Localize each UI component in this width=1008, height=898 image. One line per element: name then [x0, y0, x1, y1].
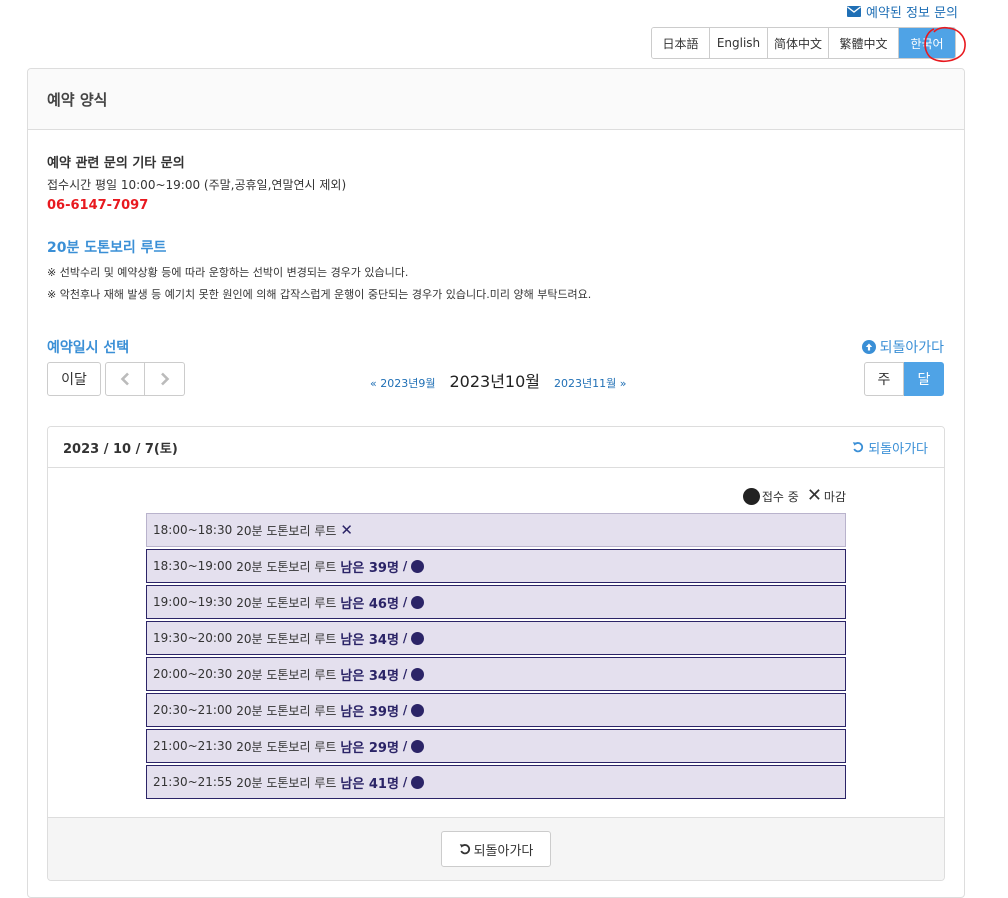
- slot-separator: /: [402, 703, 408, 717]
- contact-hours: 접수시간 평일 10:00~19:00 (주말,공휴일,연말연시 제외): [47, 178, 347, 192]
- time-slot[interactable]: 21:30~21:55 20분 도톤보리 루트 남은 41명 /: [146, 765, 846, 799]
- prev-button[interactable]: [105, 362, 145, 396]
- month-navigation: « 2023년9월 2023년10월 2023년11월 »: [370, 368, 626, 392]
- open-dot-icon: [411, 775, 425, 789]
- footer-back-button[interactable]: 되돌아가다: [441, 831, 551, 867]
- page-title: 예약 양식: [47, 90, 108, 109]
- legend-closed-label: 마감: [823, 489, 846, 504]
- slot-separator: /: [402, 667, 408, 681]
- slot-separator: /: [402, 631, 408, 645]
- contact-phone: 06-6147-7097: [47, 198, 149, 213]
- lang-english-button[interactable]: English: [710, 28, 768, 58]
- slot-time: 21:30~21:55: [153, 775, 233, 789]
- reservation-inquiry-label: 예약된 정보 문의: [866, 6, 958, 21]
- slot-remaining: 남은 34명: [340, 632, 399, 648]
- slot-time: 18:00~18:30: [153, 523, 233, 537]
- slot-route: 20분 도톤보리 루트: [236, 703, 337, 718]
- route-note: ※ 악천후나 재해 발생 등 예기치 못한 원인에 의해 갑작스럽게 운행이 중…: [47, 288, 592, 301]
- day-heading: 2023 / 10 / 7(토) 되돌아가다: [48, 427, 944, 468]
- back-link-label: 되돌아가다: [879, 340, 944, 356]
- month-view-button[interactable]: 달: [904, 362, 944, 396]
- time-slot[interactable]: 18:00~18:30 20분 도톤보리 루트 ✕: [146, 513, 846, 547]
- slot-remaining: 남은 39명: [340, 560, 399, 576]
- chevron-left-icon: [120, 372, 129, 386]
- day-back-link[interactable]: 되돌아가다: [852, 438, 928, 457]
- day-footer: 되돌아가다: [48, 817, 944, 880]
- slot-separator: /: [402, 739, 408, 753]
- slot-time: 19:30~20:00: [153, 631, 233, 645]
- slot-route: 20분 도톤보리 루트: [236, 631, 337, 646]
- time-slot[interactable]: 18:30~19:00 20분 도톤보리 루트 남은 39명 /: [146, 549, 846, 583]
- lang-korean-button[interactable]: 한국어: [899, 28, 955, 58]
- slot-route: 20분 도톤보리 루트: [236, 667, 337, 682]
- footer-back-label: 되돌아가다: [473, 843, 534, 859]
- envelope-icon: [847, 6, 861, 17]
- slot-time: 19:00~19:30: [153, 595, 233, 609]
- open-dot-icon: [411, 559, 425, 573]
- slot-remaining: 남은 41명: [340, 776, 399, 792]
- undo-icon: [852, 442, 864, 453]
- slot-time: 18:30~19:00: [153, 559, 233, 573]
- prev-month-link[interactable]: « 2023년9월: [370, 375, 435, 391]
- slot-separator: /: [402, 775, 408, 789]
- slot-time: 20:00~20:30: [153, 667, 233, 681]
- time-slot-list: 18:00~18:30 20분 도톤보리 루트 ✕ 18:30~19:00 20…: [146, 513, 846, 801]
- time-slot[interactable]: 19:00~19:30 20분 도톤보리 루트 남은 46명 /: [146, 585, 846, 619]
- open-dot-icon: [742, 487, 760, 505]
- day-schedule-panel: 2023 / 10 / 7(토) 되돌아가다 접수 중 ✕ 마감 18:00~1…: [47, 426, 945, 881]
- chevron-right-icon: [160, 372, 169, 386]
- route-title: 20분 도톤보리 루트: [47, 240, 167, 256]
- contact-title: 예약 관련 문의 기타 문의: [47, 156, 185, 171]
- lang-simplified-chinese-button[interactable]: 简体中文: [768, 28, 829, 58]
- language-switcher: 日本語 English 简体中文 繁體中文 한국어: [651, 27, 956, 59]
- reservation-inquiry-link[interactable]: 예약된 정보 문의: [847, 2, 958, 21]
- legend-open-label: 접수 중: [761, 489, 799, 504]
- time-slot[interactable]: 20:30~21:00 20분 도톤보리 루트 남은 39명 /: [146, 693, 846, 727]
- back-link[interactable]: 되돌아가다: [861, 337, 944, 357]
- lang-traditional-chinese-button[interactable]: 繁體中文: [829, 28, 899, 58]
- lang-japanese-button[interactable]: 日本語: [652, 28, 710, 58]
- slot-route: 20분 도톤보리 루트: [236, 739, 337, 754]
- selected-date: 2023 / 10 / 7(토): [63, 441, 178, 457]
- availability-legend: 접수 중 ✕ 마감: [742, 485, 846, 506]
- reservation-panel: 예약 양식 예약 관련 문의 기타 문의 접수시간 평일 10:00~19:00…: [27, 68, 965, 898]
- next-button[interactable]: [145, 362, 185, 396]
- slot-separator: /: [402, 595, 408, 609]
- panel-heading: 예약 양식: [28, 69, 964, 130]
- time-slot[interactable]: 21:00~21:30 20분 도톤보리 루트 남은 29명 /: [146, 729, 846, 763]
- slot-route: 20분 도톤보리 루트: [236, 595, 337, 610]
- time-slot[interactable]: 19:30~20:00 20분 도톤보리 루트 남은 34명 /: [146, 621, 846, 655]
- time-slot[interactable]: 20:00~20:30 20분 도톤보리 루트 남은 34명 /: [146, 657, 846, 691]
- closed-x-icon: ✕: [806, 485, 822, 506]
- slot-separator: /: [402, 559, 408, 573]
- this-month-button[interactable]: 이달: [47, 362, 101, 396]
- closed-x-icon: ✕: [340, 521, 353, 539]
- slot-route: 20분 도톤보리 루트: [236, 775, 337, 790]
- slot-remaining: 남은 34명: [340, 668, 399, 684]
- route-note: ※ 선박수리 및 예약상황 등에 따라 운항하는 선박이 변경되는 경우가 있습…: [47, 266, 409, 279]
- open-dot-icon: [411, 595, 425, 609]
- open-dot-icon: [411, 667, 425, 681]
- slot-time: 20:30~21:00: [153, 703, 233, 717]
- open-dot-icon: [411, 703, 425, 717]
- open-dot-icon: [411, 739, 425, 753]
- slot-remaining: 남은 29명: [340, 740, 399, 756]
- current-month: 2023년10월: [449, 372, 540, 391]
- next-month-link[interactable]: 2023년11월 »: [554, 375, 626, 391]
- week-view-button[interactable]: 주: [864, 362, 904, 396]
- open-dot-icon: [411, 631, 425, 645]
- slot-route: 20분 도톤보리 루트: [236, 523, 337, 538]
- undo-icon: [459, 844, 470, 855]
- day-back-label: 되돌아가다: [868, 441, 928, 457]
- circle-arrow-up-icon: [861, 340, 876, 354]
- slot-route: 20분 도톤보리 루트: [236, 559, 337, 574]
- datetime-select-title: 예약일시 선택: [47, 340, 130, 356]
- slot-remaining: 남은 39명: [340, 704, 399, 720]
- slot-remaining: 남은 46명: [340, 596, 399, 612]
- slot-time: 21:00~21:30: [153, 739, 233, 753]
